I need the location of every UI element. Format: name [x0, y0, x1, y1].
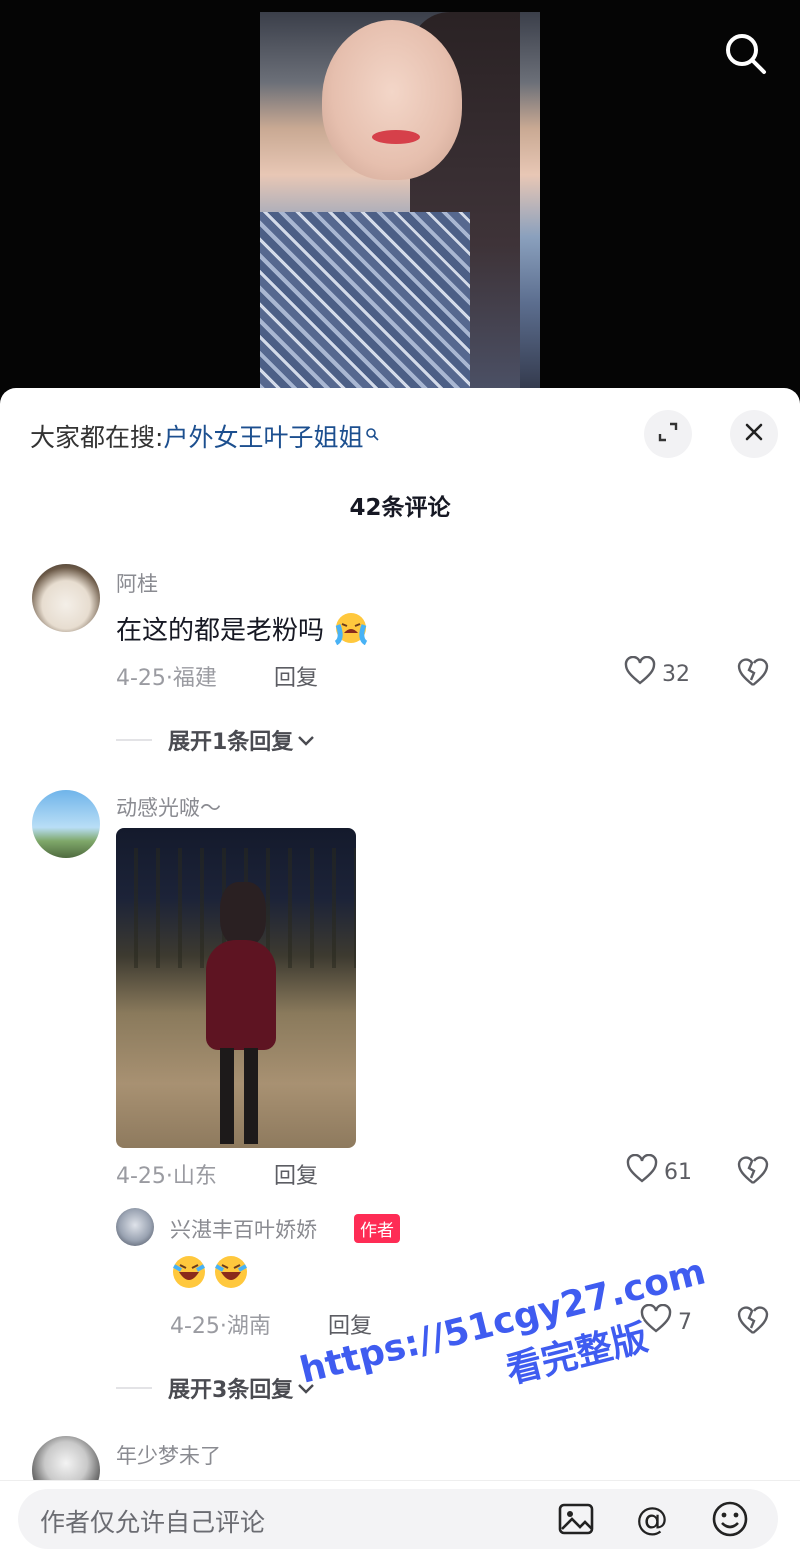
heart-icon — [626, 1153, 658, 1190]
like-count: 32 — [662, 661, 690, 687]
comment-text: 在这的都是老粉吗 — [116, 610, 370, 652]
at-icon[interactable]: @ — [632, 1499, 672, 1539]
reply-username[interactable]: 兴湛丰百叶娇娇 — [170, 1214, 317, 1244]
video-player[interactable] — [0, 0, 800, 400]
comment-username[interactable]: 动感光啵～ — [116, 792, 221, 822]
hot-search-bar[interactable]: 大家都在搜:户外女王叶子姐姐 — [30, 418, 380, 454]
laughing-crying-emoji-icon — [170, 1254, 208, 1297]
hot-search-query[interactable]: 户外女王叶子姐姐 — [163, 423, 363, 452]
comment-count: 42条评论 — [349, 495, 451, 521]
emoji-icon[interactable] — [710, 1499, 750, 1539]
expand-button[interactable] — [644, 410, 692, 458]
reply-emoji-text — [170, 1254, 250, 1297]
expand-replies-label: 展开1条回复 — [168, 730, 294, 755]
comment-input-placeholder: 作者仅允许自己评论 — [40, 1508, 266, 1537]
svg-text:@: @ — [636, 1500, 668, 1538]
comment-username[interactable]: 阿桂 — [116, 568, 158, 598]
comment-meta: 4-25·山东 — [116, 1164, 217, 1189]
reply-meta: 4-25·湖南 — [170, 1314, 271, 1339]
comment-meta: 4-25·福建 — [116, 666, 217, 691]
reply-button[interactable]: 回复 — [274, 660, 318, 692]
laughing-crying-emoji-icon — [212, 1254, 250, 1297]
hot-search-prefix: 大家都在搜: — [30, 423, 164, 452]
avatar[interactable] — [32, 564, 100, 632]
broken-heart-icon[interactable] — [736, 1154, 770, 1188]
crying-emoji-icon — [332, 611, 370, 652]
author-badge: 作者 — [354, 1214, 400, 1243]
broken-heart-icon[interactable] — [736, 1304, 770, 1338]
close-icon — [742, 420, 766, 448]
expand-replies-button[interactable]: 展开3条回复 — [116, 1372, 315, 1404]
avatar[interactable] — [32, 790, 100, 858]
image-icon[interactable] — [556, 1499, 596, 1539]
comment-input-bar: 作者仅允许自己评论 @ — [0, 1480, 800, 1554]
like-button[interactable]: 61 — [626, 1153, 692, 1190]
like-button[interactable]: 32 — [624, 655, 690, 692]
expand-replies-label: 展开3条回复 — [168, 1378, 294, 1403]
comment-username[interactable]: 年少梦未了 — [116, 1440, 221, 1470]
app-screen: 大家都在搜:户外女王叶子姐姐 42条评论 阿桂 在这的都是老粉吗 4-25·福建… — [0, 0, 800, 1554]
heart-icon — [624, 655, 656, 692]
comment-body: 在这的都是老粉吗 — [116, 616, 325, 646]
close-button[interactable] — [730, 410, 778, 458]
search-icon[interactable] — [722, 30, 770, 78]
avatar[interactable] — [116, 1208, 154, 1246]
comment-image[interactable] — [116, 828, 356, 1148]
broken-heart-icon[interactable] — [736, 656, 770, 690]
small-search-icon — [365, 418, 380, 447]
chevron-down-icon — [297, 728, 315, 753]
expand-icon — [656, 420, 680, 448]
expand-replies-button[interactable]: 展开1条回复 — [116, 724, 315, 756]
like-count: 61 — [664, 1159, 692, 1185]
reply-button[interactable]: 回复 — [274, 1158, 318, 1190]
video-frame — [260, 12, 540, 400]
